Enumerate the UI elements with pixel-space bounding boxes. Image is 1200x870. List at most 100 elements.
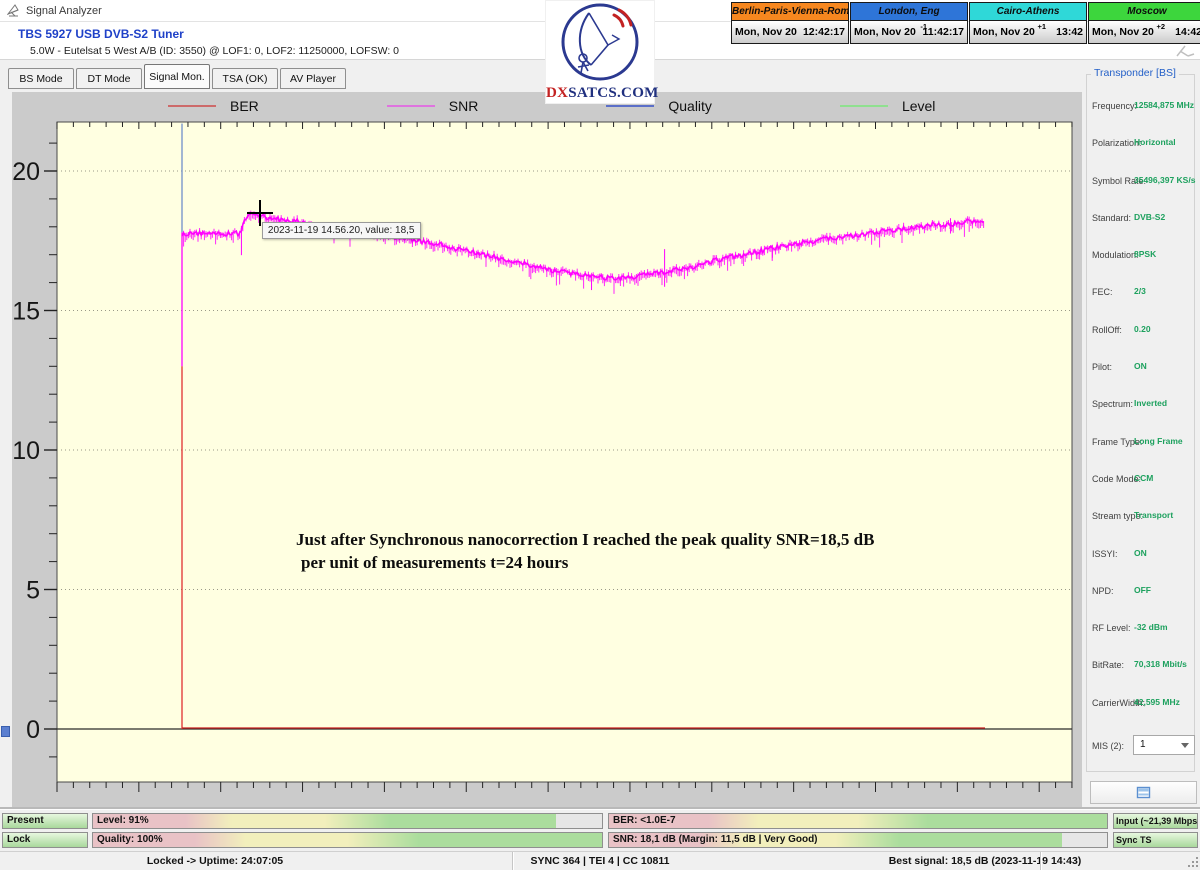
- field-value: Long Frame: [1134, 436, 1183, 446]
- tab[interactable]: TSA (OK): [212, 68, 278, 89]
- quality-meter: Quality: 100%: [92, 832, 603, 848]
- tab[interactable]: BS Mode: [8, 68, 74, 89]
- satellite-dish-icon: [556, 1, 644, 83]
- clock-gadget-logo: [1174, 45, 1196, 58]
- transponder-field-row: FEC: 2/3: [1086, 276, 1195, 313]
- field-value: 35496,397 KS/s: [1134, 175, 1195, 185]
- transponder-groupbox-title: Transponder [BS]: [1091, 67, 1179, 79]
- statusbar-divider: [1040, 852, 1041, 870]
- clock-time: 12:42:17: [803, 26, 845, 38]
- clock-city-label: London, Eng: [851, 3, 967, 21]
- field-value: 42,595 MHz: [1134, 697, 1180, 707]
- tab[interactable]: DT Mode: [76, 68, 142, 89]
- present-label: Present: [7, 815, 44, 826]
- legend-label: Level: [902, 98, 935, 114]
- clock-time-row: Mon, Nov 20 +1 13:42: [970, 21, 1086, 43]
- sync-ts-label: Sync TS: [1116, 835, 1152, 845]
- legend-line-swatch: [840, 105, 888, 107]
- resize-grip[interactable]: [1189, 857, 1198, 867]
- mis-label: MIS (2):: [1092, 741, 1124, 751]
- tab-label: Signal Mon.: [149, 71, 204, 83]
- chart-tooltip: 2023-11-19 14.56.20, value: 18,5: [262, 222, 421, 239]
- best-signal: Best signal: 18,5 dB (2023-11-19 14:43): [889, 855, 1082, 867]
- svg-text:5: 5: [26, 577, 40, 605]
- clock-city-label: Moscow: [1089, 3, 1200, 21]
- annotation-line1: Just after Synchronous nanocorrection I …: [296, 528, 874, 551]
- sync-counters: SYNC 364 | TEI 4 | CC 10811: [531, 855, 670, 867]
- tab-label: DT Mode: [88, 73, 131, 85]
- svg-text:15: 15: [12, 298, 40, 326]
- chart-annotation: Just after Synchronous nanocorrection I …: [296, 528, 874, 574]
- level-meter: Level: 91%: [92, 813, 603, 829]
- field-label: Standard:: [1092, 213, 1131, 223]
- legend-label: SNR: [449, 98, 479, 114]
- clock-utc-offset: +2: [1156, 22, 1165, 31]
- lock-label: Lock: [7, 834, 30, 845]
- transponder-field-row: BitRate: 70,318 Mbit/s: [1086, 649, 1195, 686]
- clock-time: 11:42:17: [923, 26, 964, 38]
- field-label: RF Level:: [1092, 623, 1131, 633]
- transponder-field-row: ISSYI: ON: [1086, 538, 1195, 575]
- legend-label: BER: [230, 98, 259, 114]
- field-label: FEC:: [1092, 287, 1113, 297]
- dxsatcs-logo: DXSATCS.COM: [545, 0, 655, 104]
- legend-line-swatch: [168, 105, 216, 107]
- app-icon: [7, 4, 20, 17]
- field-value: Transport: [1134, 510, 1173, 520]
- svg-text:0: 0: [26, 716, 40, 744]
- clock-widget: Berlin-Paris-Vienna-Roma Mon, Nov 20 12:…: [731, 2, 849, 44]
- field-label: Pilot:: [1092, 362, 1112, 372]
- transponder-field-row: Standard: DVB-S2: [1086, 202, 1195, 239]
- field-value: ON: [1134, 361, 1147, 371]
- tab-strip: BS Mode DT Mode Signal Mon. TSA (OK) AV …: [0, 60, 1082, 92]
- field-value: 12584,875 MHz: [1134, 100, 1194, 110]
- transponder-field-row: Modulation: 8PSK: [1086, 239, 1195, 276]
- clock-widget: Cairo-Athens Mon, Nov 20 +1 13:42: [969, 2, 1087, 44]
- field-label: ISSYI:: [1092, 549, 1118, 559]
- mis-dropdown[interactable]: 1: [1133, 735, 1195, 755]
- transponder-field-row: CarrierWidth: 42,595 MHz: [1086, 687, 1195, 724]
- tab[interactable]: AV Player: [280, 68, 346, 89]
- ber-label: BER: <1.0E-7: [613, 815, 676, 826]
- stream-list-button[interactable]: [1090, 781, 1197, 804]
- transponder-field-row: RF Level: -32 dBm: [1086, 612, 1195, 649]
- clock-date: Mon, Nov 20: [735, 26, 797, 38]
- transponder-field-row: Polarization: Horizontal: [1086, 127, 1195, 164]
- field-label: NPD:: [1092, 586, 1114, 596]
- field-value: ON: [1134, 548, 1147, 558]
- transponder-field-row: Frequency: 12584,875 MHz: [1086, 90, 1195, 127]
- field-value: OFF: [1134, 585, 1151, 595]
- input-indicator: Input (~21,39 Mbps): [1113, 813, 1198, 829]
- world-clocks: Berlin-Paris-Vienna-Roma Mon, Nov 20 12:…: [731, 2, 1200, 44]
- field-value: 2/3: [1134, 286, 1146, 296]
- transponder-field-row: Code Mode: CCM: [1086, 463, 1195, 500]
- transponder-fields: Frequency: 12584,875 MHz Polarization: H…: [1086, 90, 1195, 724]
- lock-indicator: Lock: [2, 832, 88, 848]
- field-value: 0.20: [1134, 324, 1151, 334]
- transponder-field-row: RollOff: 0.20: [1086, 314, 1195, 351]
- transponder-field-row: Frame Type: Long Frame: [1086, 426, 1195, 463]
- tab-label: BS Mode: [19, 73, 62, 85]
- field-label: Frequency:: [1092, 101, 1137, 111]
- transponder-field-row: NPD: OFF: [1086, 575, 1195, 612]
- tab[interactable]: Signal Mon.: [144, 64, 210, 89]
- clock-widget: London, Eng Mon, Nov 20 -1 11:42:17: [850, 2, 968, 44]
- field-value: Horizontal: [1134, 137, 1176, 147]
- ber-meter: BER: <1.0E-7: [608, 813, 1108, 829]
- signal-chart[interactable]: 05101520: [12, 120, 1082, 808]
- clock-date: Mon, Nov 20: [1092, 26, 1154, 38]
- svg-text:10: 10: [12, 437, 40, 465]
- transponder-field-row: Pilot: ON: [1086, 351, 1195, 388]
- field-value: 8PSK: [1134, 249, 1156, 259]
- clock-widget: Moscow Mon, Nov 20 +2 14:42: [1088, 2, 1200, 44]
- clock-time-row: Mon, Nov 20 -1 11:42:17: [851, 21, 967, 43]
- legend-line-swatch: [387, 105, 435, 107]
- legend-line-swatch: [606, 105, 654, 107]
- clock-date: Mon, Nov 20: [854, 26, 916, 38]
- mis-selected-value: 1: [1140, 739, 1146, 750]
- clock-city-label: Cairo-Athens: [970, 3, 1086, 21]
- annotation-line2: per unit of measurements t=24 hours: [296, 551, 874, 574]
- signal-analyzer-window: Signal Analyzer TBS 5927 USB DVB-S2 Tune…: [0, 0, 1200, 870]
- snr-label: SNR: 18,1 dB (Margin: 11,5 dB | Very Goo…: [613, 834, 818, 845]
- field-value: DVB-S2: [1134, 212, 1165, 222]
